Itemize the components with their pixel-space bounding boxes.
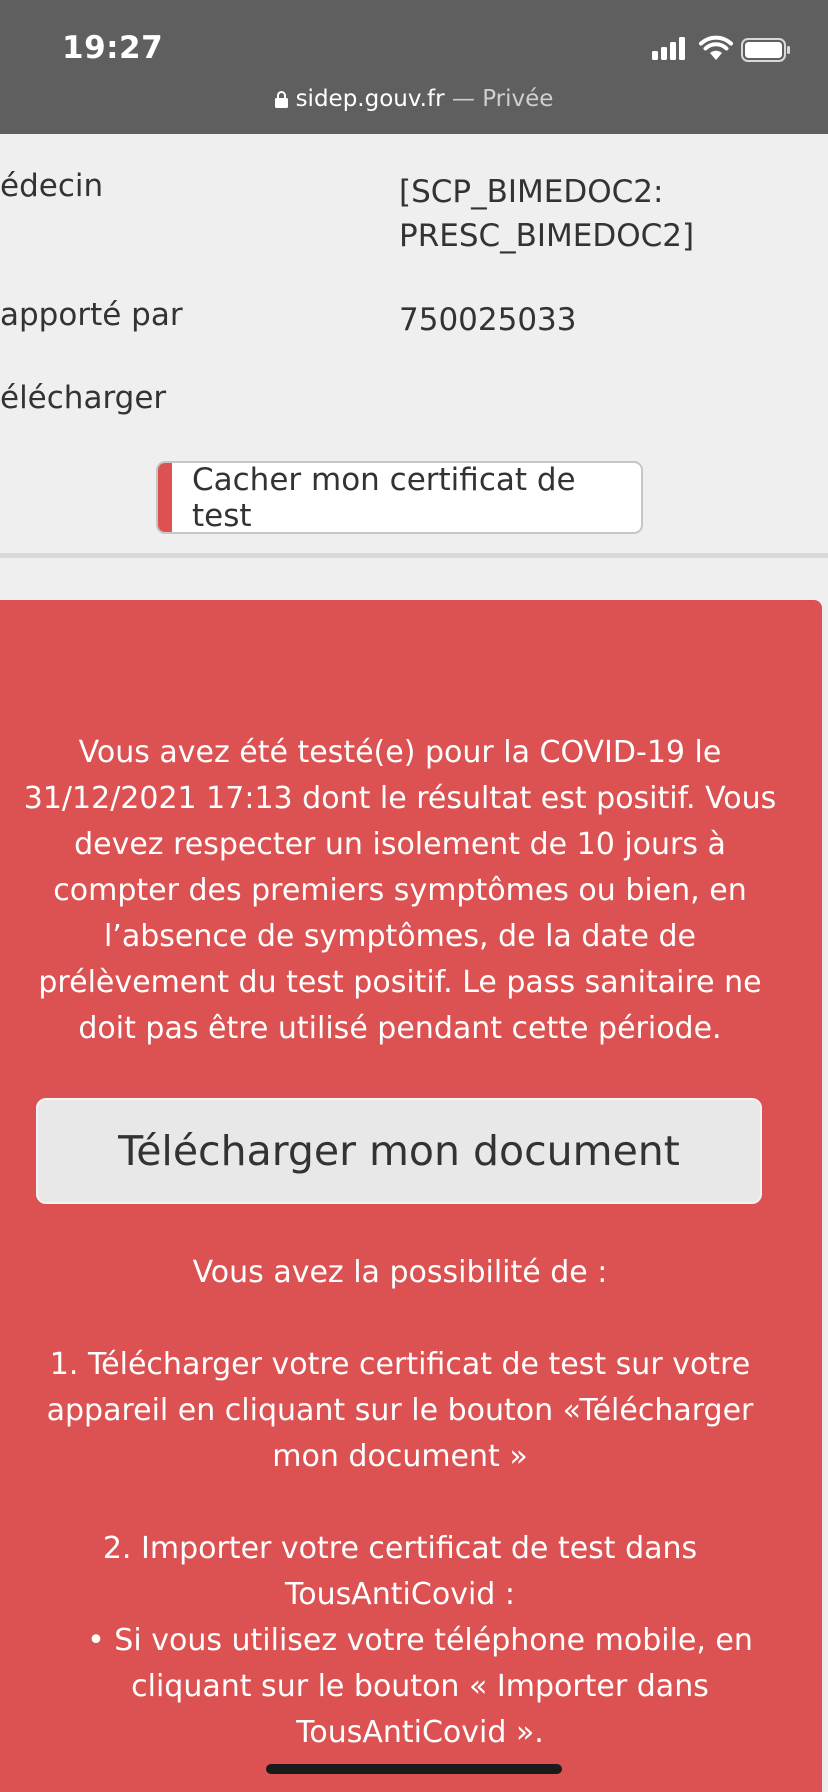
download-document-button[interactable]: Télécharger mon document: [36, 1098, 762, 1204]
url-separator: —: [444, 86, 483, 112]
button-accent-bar: [158, 463, 172, 532]
option-2-title: 2. Importer votre certificat de test dan…: [102, 1531, 698, 1612]
detail-value-doctor-line2: PRESC_BIMEDOC2]: [399, 218, 695, 254]
hide-certificate-button-label: Cacher mon certificat de test: [192, 461, 576, 534]
browser-top-bar: 19:27 sidep.gouv.fr — Privée: [0, 0, 828, 134]
battery-icon: [741, 38, 790, 62]
url-domain: sidep.gouv.fr: [295, 86, 445, 112]
cellular-signal-icon: [652, 36, 685, 60]
private-mode-label: Privée: [482, 86, 554, 112]
hide-certificate-button[interactable]: Cacher mon certificat de test: [156, 461, 643, 534]
url-bar[interactable]: sidep.gouv.fr — Privée: [0, 86, 828, 112]
detail-label-reported-by: apporté par: [0, 297, 183, 333]
positive-result-panel: Vous avez été testé(e) pour la COVID-19 …: [0, 600, 822, 1792]
section-divider: [0, 553, 828, 558]
options-info: Vous avez la possibilité de : 1. Télécha…: [20, 1250, 780, 1756]
result-message: Vous avez été testé(e) pour la COVID-19 …: [23, 735, 777, 1046]
detail-label-doctor: édecin: [0, 168, 104, 204]
detail-label-download: élécharger: [0, 380, 167, 416]
option-1-text: 1. Télécharger votre certificat de test …: [46, 1347, 754, 1474]
home-indicator[interactable]: [266, 1764, 562, 1774]
options-intro: Vous avez la possibilité de :: [192, 1255, 608, 1290]
option-2-bullet: • Si vous utilisez votre téléphone mobil…: [87, 1623, 753, 1750]
detail-value-reported-by: 750025033: [399, 302, 577, 338]
download-document-button-label: Télécharger mon document: [118, 1127, 680, 1175]
lock-icon: [274, 91, 288, 108]
wifi-icon: [699, 35, 733, 60]
status-time: 19:27: [62, 30, 164, 66]
detail-value-doctor-line1: [SCP_BIMEDOC2:: [399, 174, 664, 210]
